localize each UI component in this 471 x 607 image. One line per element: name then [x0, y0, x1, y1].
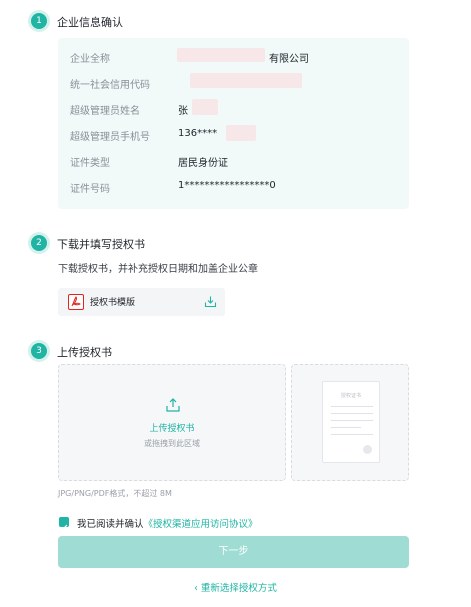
redacted-block: [192, 99, 218, 115]
info-label: 超级管理员手机号: [70, 132, 150, 143]
step-2-badge: 2: [31, 235, 47, 251]
reselect-auth-method-link[interactable]: ‹ 重新选择授权方式: [0, 580, 471, 594]
template-download-item[interactable]: 授权书模版: [58, 288, 225, 316]
sample-line: [331, 413, 373, 414]
download-icon[interactable]: [204, 295, 217, 308]
upload-icon: [166, 398, 180, 412]
template-name: 授权书模版: [90, 298, 136, 308]
info-label: 企业全称: [70, 54, 110, 65]
step-3-badge: 3: [31, 343, 47, 359]
step-3-title: 上传授权书: [57, 346, 112, 359]
redacted-block: [177, 48, 265, 62]
sample-preview[interactable]: 授权证书: [291, 364, 409, 481]
next-button[interactable]: 下一步: [58, 536, 409, 568]
info-value: 1*****************0: [178, 180, 276, 191]
sample-line: [331, 434, 373, 435]
step-1-title: 企业信息确认: [57, 16, 123, 29]
step-2-description: 下载授权书，并补充授权日期和加盖企业公章: [58, 264, 258, 275]
sample-line: [331, 406, 373, 407]
checkmark-icon: [60, 524, 68, 531]
stamp-icon: [363, 445, 372, 454]
format-note: JPG/PNG/PDF格式，不超过 8M: [58, 489, 172, 498]
info-value: 张: [178, 106, 188, 117]
agreement-prefix: 我已阅读并确认: [77, 519, 144, 530]
info-label: 超级管理员姓名: [70, 106, 140, 117]
info-label: 统一社会信用代码: [70, 80, 150, 91]
upload-label: 上传授权书: [149, 424, 195, 434]
sample-line: [331, 420, 373, 421]
redacted-block: [226, 125, 256, 141]
upload-dropzone[interactable]: 上传授权书 或拖拽到此区域: [58, 364, 286, 481]
info-value: 有限公司: [269, 54, 309, 65]
redacted-block: [190, 73, 302, 88]
info-value: 居民身份证: [178, 158, 228, 169]
company-info-card: 企业全称 有限公司 统一社会信用代码 超级管理员姓名 张 超级管理员手机号 13…: [58, 38, 409, 209]
agreement-text: 我已阅读并确认《授权渠道应用访问协议》: [77, 516, 258, 530]
info-label: 证件类型: [70, 158, 110, 169]
step-2-title: 下载并填写授权书: [57, 238, 145, 251]
agreement-checkbox[interactable]: [59, 517, 69, 531]
step-1-badge: 1: [31, 13, 47, 29]
sample-title: 授权证书: [340, 393, 361, 399]
agreement-link[interactable]: 《授权渠道应用访问协议》: [144, 519, 258, 530]
info-label: 证件号码: [70, 184, 110, 195]
pdf-icon: [68, 294, 84, 310]
sample-line: [331, 427, 361, 428]
info-value: 136****: [178, 128, 218, 139]
upload-hint: 或拖拽到此区域: [144, 439, 200, 448]
sample-document-thumbnail: 授权证书: [322, 381, 380, 463]
